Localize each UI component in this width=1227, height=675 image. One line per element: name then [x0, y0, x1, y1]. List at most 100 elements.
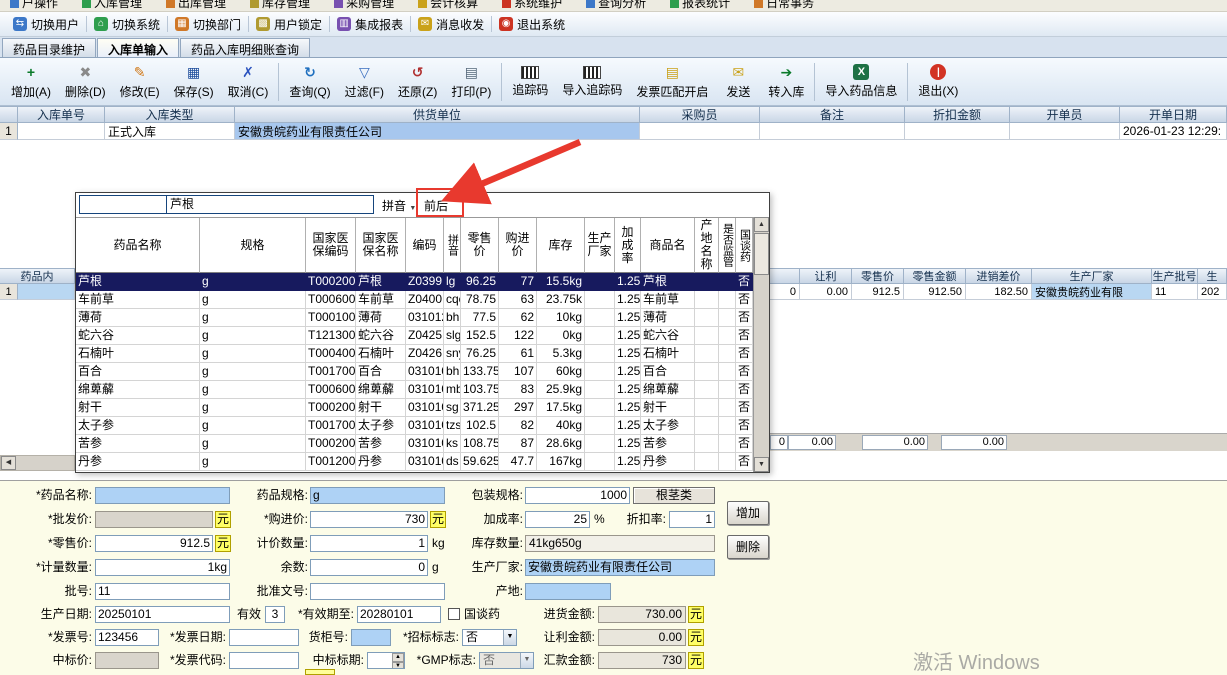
integrated-report-button[interactable]: ▥ 集成报表: [330, 12, 410, 36]
cancel-button[interactable]: ✗ 取消(C): [221, 60, 276, 104]
query-button[interactable]: ↻ 查询(Q): [282, 60, 337, 104]
popup-search-input[interactable]: 芦根: [167, 195, 374, 214]
add-button[interactable]: + 增加(A): [4, 60, 58, 104]
popup-col-header-6[interactable]: 零售价: [461, 218, 499, 273]
menu-item-4[interactable]: 采购管理: [334, 0, 394, 11]
stepper-arrows-icon[interactable]: ▲ ▼: [392, 653, 404, 668]
pinyin-mode-dropdown[interactable]: 拼音 ▼: [382, 197, 416, 214]
popup-col-header-2[interactable]: 国家医保编码: [306, 218, 356, 273]
invoice-date-input[interactable]: [229, 629, 299, 646]
detail-col-header-0[interactable]: [770, 268, 800, 284]
markup-rate-input[interactable]: 25: [525, 511, 590, 528]
menu-item-7[interactable]: 查询分析: [586, 0, 646, 11]
popup-row-8[interactable]: 太子参gT001700太子参031010tzs102.58240kg1.25太子…: [76, 417, 753, 435]
order-col-header-3[interactable]: 供货单位: [235, 106, 640, 123]
popup-col-header-8[interactable]: 库存: [537, 218, 585, 273]
user-lock-button[interactable]: ▩ 用户锁定: [249, 12, 329, 36]
purchase-price-input[interactable]: 730: [310, 511, 428, 528]
menu-item-0[interactable]: 户操作: [10, 0, 58, 11]
manufacturer-input[interactable]: 安徽贵皖药业有限责任公司: [525, 559, 715, 576]
spec-input[interactable]: g: [310, 487, 445, 504]
print-button[interactable]: ▤ 打印(P): [444, 60, 498, 104]
popup-row-2[interactable]: 薄荷gT000100薄荷031012bh77.56210kg1.25薄荷否: [76, 309, 753, 327]
wholesale-price-input[interactable]: [95, 511, 213, 528]
menu-item-8[interactable]: 报表统计: [670, 0, 730, 11]
order-cell-5[interactable]: [760, 123, 905, 140]
scrollbar-thumb[interactable]: [754, 233, 769, 275]
scroll-up-icon[interactable]: ▲: [754, 217, 769, 232]
order-grid-row[interactable]: 1 正式入库 安徽贵皖药业有限责任公司 2026-01-23 12:29:: [0, 123, 1227, 140]
detail-col-header-4[interactable]: 进销差价: [966, 268, 1032, 284]
popup-row-10[interactable]: 丹参gT001200丹参031010ds59.62547.7167kg1.25丹…: [76, 453, 753, 471]
tab-drug-catalog[interactable]: 药品目录维护: [2, 38, 97, 57]
popup-col-header-14[interactable]: 国谈药: [736, 218, 753, 273]
cabinet-no-input[interactable]: [351, 629, 391, 646]
popup-row-7[interactable]: 射干gT000200射干031010sg371.2529717.5kg1.25射…: [76, 399, 753, 417]
tab-inbound-entry[interactable]: 入库单输入: [97, 38, 180, 57]
detail-col-header-3[interactable]: 零售金额: [904, 268, 966, 284]
exit-button[interactable]: | 退出(X): [911, 60, 965, 104]
batch-no-input[interactable]: 11: [95, 583, 230, 600]
menu-item-9[interactable]: 日常事务: [754, 0, 814, 11]
national-talk-checkbox[interactable]: [448, 608, 460, 620]
order-col-header-0[interactable]: [0, 106, 18, 123]
order-cell-7[interactable]: [1010, 123, 1120, 140]
add-row-button[interactable]: 增加: [727, 501, 769, 525]
detail-right-row[interactable]: 0 0.00 912.5 912.50 182.50 安徽贵皖药业有限 11 202: [770, 284, 1227, 300]
order-col-header-2[interactable]: 入库类型: [105, 106, 235, 123]
popup-code-input[interactable]: [79, 195, 167, 214]
excel-button[interactable]: X 导入药品信息: [818, 60, 904, 104]
tab-inbound-detail-query[interactable]: 药品入库明细账查询: [180, 38, 311, 57]
detail-col-header-7[interactable]: 生: [1198, 268, 1227, 284]
popup-row-4[interactable]: 石楠叶gT000400石楠叶Z0426sny76.25615.3kg1.25石楠…: [76, 345, 753, 363]
popup-col-header-9[interactable]: 生产厂家: [585, 218, 615, 273]
pack-spec-input[interactable]: 1000: [525, 487, 630, 504]
order-cell-4[interactable]: [640, 123, 760, 140]
scroll-down-icon[interactable]: ▼: [754, 457, 769, 472]
detail-col-header-1[interactable]: 让利: [800, 268, 852, 284]
order-col-header-8[interactable]: 开单日期: [1120, 106, 1227, 123]
invoice-code-input[interactable]: [229, 652, 299, 669]
retail-price-input[interactable]: 912.5: [95, 535, 213, 552]
popup-col-header-3[interactable]: 国家医保名称: [356, 218, 406, 273]
popup-row-6[interactable]: 绵萆薢gT000600绵萆薢031010mb103.758325.9kg1.25…: [76, 381, 753, 399]
invoice-button[interactable]: ▤ 发票匹配开启: [629, 60, 715, 104]
order-col-header-5[interactable]: 备注: [760, 106, 905, 123]
popup-row-0[interactable]: 芦根 g T000200 芦根 Z0399 lg 96.25 77 15.5kg 1.25 芦根否: [76, 273, 753, 291]
delete-row-button[interactable]: 删除: [727, 535, 769, 559]
menu-item-5[interactable]: 会计核算: [418, 0, 478, 11]
bid-period-stepper[interactable]: ▲ ▼: [367, 652, 405, 669]
order-cell-6[interactable]: [905, 123, 1010, 140]
switch-system-button[interactable]: ⌂ 切换系统: [87, 12, 167, 36]
valid-years-input[interactable]: 3: [265, 606, 285, 623]
popup-col-header-5[interactable]: 拼音: [444, 218, 461, 273]
barcode-button[interactable]: 追踪码: [505, 60, 555, 104]
switch-user-button[interactable]: ⇆ 切换用户: [6, 12, 86, 36]
popup-col-header-10[interactable]: 加成率: [615, 218, 641, 273]
order-cell-0[interactable]: 1: [0, 123, 18, 140]
pricing-qty-input[interactable]: 1: [310, 535, 428, 552]
remainder-input[interactable]: 0: [310, 559, 428, 576]
barcode-import-button[interactable]: 导入追踪码: [555, 60, 629, 104]
scroll-left-icon[interactable]: ◀: [1, 456, 16, 470]
detail-col-header-6[interactable]: 生产批号: [1152, 268, 1198, 284]
measure-qty-input[interactable]: 1kg: [95, 559, 230, 576]
popup-row-1[interactable]: 车前草gT000600车前草Z0400cqc78.756323.75k1.25车…: [76, 291, 753, 309]
order-col-header-6[interactable]: 折扣金额: [905, 106, 1010, 123]
bid-price-input[interactable]: [95, 652, 159, 669]
popup-col-header-1[interactable]: 规格: [200, 218, 306, 273]
delete-button[interactable]: ✖ 删除(D): [58, 60, 113, 104]
order-cell-2[interactable]: 正式入库: [105, 123, 235, 140]
popup-col-header-13[interactable]: 是否监管: [719, 218, 736, 273]
order-col-header-1[interactable]: 入库单号: [18, 106, 105, 123]
popup-col-header-12[interactable]: 产地名称: [695, 218, 719, 273]
filter-button[interactable]: ▽ 过滤(F): [338, 60, 391, 104]
origin-input[interactable]: [525, 583, 611, 600]
order-cell-8[interactable]: 2026-01-23 12:29:: [1120, 123, 1227, 140]
invoice-no-input[interactable]: 123456: [95, 629, 159, 646]
order-col-header-4[interactable]: 采购员: [640, 106, 760, 123]
category-tag[interactable]: 根茎类: [633, 487, 715, 504]
popup-row-5[interactable]: 百合gT001700百合031010bh133.7510760kg1.25百合否: [76, 363, 753, 381]
popup-col-header-0[interactable]: 药品名称: [76, 218, 200, 273]
popup-row-9[interactable]: 苦参gT000200苦参031010ks108.758728.6kg1.25苦参…: [76, 435, 753, 453]
